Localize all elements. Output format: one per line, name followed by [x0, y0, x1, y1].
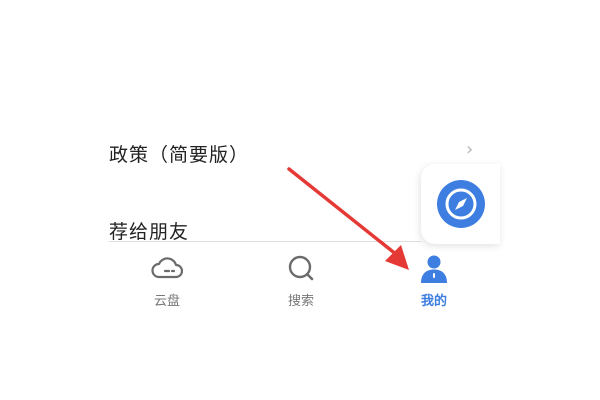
- screen: 政策（简要版） › 荐给朋友 云盘 搜索 我的: [0, 0, 600, 400]
- cloud-icon: [151, 257, 183, 279]
- tab-mine-label: 我的: [420, 294, 447, 309]
- compass-icon: [437, 180, 485, 228]
- menu-item-recommend[interactable]: 荐给朋友: [109, 217, 189, 244]
- annotation-arrow: [287, 167, 409, 270]
- bottom-tab-bar: 云盘 搜索 我的: [100, 244, 500, 314]
- tab-search-label: 搜索: [287, 294, 314, 309]
- tab-cloud[interactable]: 云盘: [107, 244, 227, 314]
- tab-cloud-label: 云盘: [153, 294, 180, 309]
- menu-item-recommend-label: 荐给朋友: [109, 221, 190, 243]
- chevron-right-icon: ›: [466, 139, 474, 160]
- tab-mine[interactable]: 我的: [374, 244, 494, 314]
- menu-item-policy[interactable]: 政策（简要版）: [109, 140, 249, 167]
- search-icon: [288, 255, 314, 281]
- menu-item-policy-label: 政策（简要版）: [109, 144, 250, 166]
- tab-search[interactable]: 搜索: [241, 244, 361, 314]
- divider: [109, 241, 421, 242]
- user-icon: [421, 255, 447, 283]
- floating-compass-button[interactable]: [421, 164, 500, 244]
